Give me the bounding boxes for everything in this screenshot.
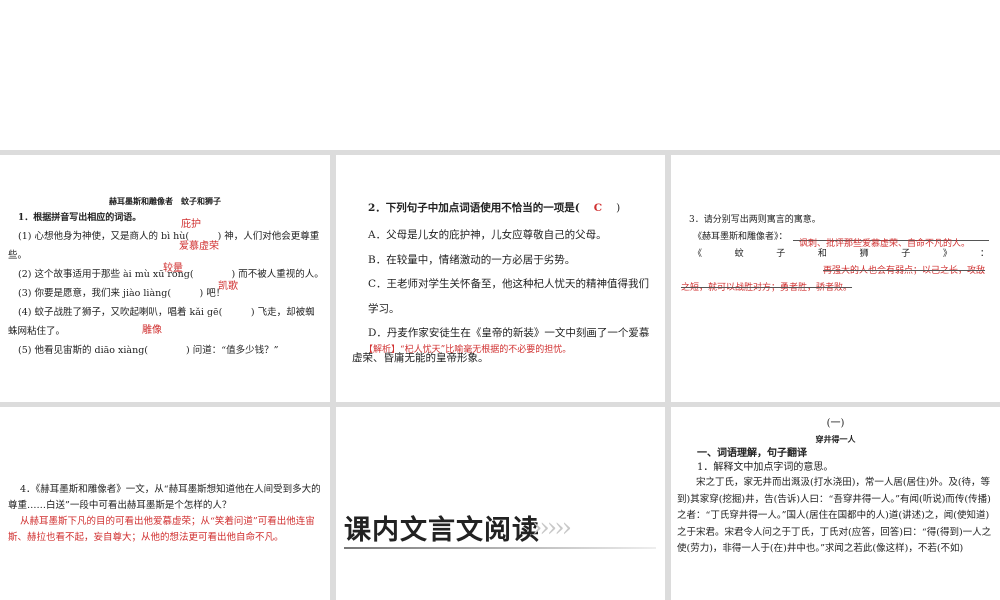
answer-2: 爱慕虚荣 [179,241,219,252]
passage-text: 宋之丁氏，家无井而出溉汲(打水浇田)，常一人居(居住)外。及(待，等到)其家穿(… [677,477,992,554]
line-1: (1) 心想他身为神使，又是商人的 bì hù( ) 神，人们对他会更尊重些。 [8,231,320,261]
question: 1．解释文中加点字词的意思。 [697,462,834,473]
option-c: C．王老师对学生关怀备至，他这种杞人忧天的精神值得我们学习。 [368,278,650,315]
section-heading: 一、词语理解，句子翻译 [697,448,807,459]
answer-1: 庇护 [181,219,201,230]
question: 3．请分别写出两则寓言的寓意。 [689,215,821,225]
section-number: (一) [826,418,845,429]
answer-4: 凯歌 [218,281,238,292]
chevrons-icon: ››››› [532,513,572,543]
answer-2: 再强大的人也会有弱点；以己之长，攻敌之短，就可以战胜对方；勇者胜，骄者败。 [681,266,986,293]
slide-thumbnail-4[interactable]: 4．《赫耳墨斯和雕像者》一文，从“赫耳墨斯想知道他在人间受到多大的尊重……白送”… [0,407,330,600]
line-4: (4) 蚊子战胜了狮子，又吹起喇叭，唱着 kǎi gē( ) 飞走，却被蜘蛛网粘… [8,307,315,337]
slide-title: 赫耳墨斯和雕像者 蚊子和狮子 [109,196,221,206]
slide-thumbnail-2[interactable]: 2．下列句子中加点词语使用不恰当的一项是( C) A．父母是儿女的庇护神，儿女应尊… [336,155,665,402]
question-text: 2．下列句子中加点词语使用不恰当的一项是( [368,202,580,214]
question: 2．下列句子中加点词语使用不恰当的一项是( C) [368,200,620,217]
question: 1．根据拼音写出相应的词语。 [18,213,142,223]
question: 4．《赫耳墨斯和雕像者》一文，从“赫耳墨斯想知道他在人间受到多大的尊重……白送”… [8,484,321,511]
option-a: A．父母是儿女的庇护神，儿女应尊敬自己的父母。 [368,229,607,241]
slide-thumbnail-1[interactable]: 赫耳墨斯和雕像者 蚊子和狮子 1．根据拼音写出相应的词语。 (1) 心想他身为神… [0,155,330,402]
analysis: 【解析】“杞人忧天”比喻毫无根据的不必要的担忧。 [364,345,572,355]
slide-thumbnail-3[interactable]: 3．请分别写出两则寓言的寓意。 《赫耳墨斯和雕像者》： 讽刺、批评那些爱慕虚荣、… [671,155,1000,402]
answer: 从赫耳墨斯下凡的目的可看出他爱慕虚荣；从“笑着问道”可看出他连宙斯、赫拉也看不起… [8,516,315,543]
slide-thumbnail-5[interactable]: 课内文言文阅读 ››››› [336,407,665,600]
line-5: (5) 他看见宙斯的 diāo xiàng( ) 问道：“值多少钱？” [18,345,279,356]
blank-area [0,0,1000,150]
answer-5: 雕像 [142,325,162,336]
label-1: 《赫耳墨斯和雕像者》： [693,232,788,242]
section-banner: 课内文言文阅读 [344,515,540,546]
question-lines: (1) 心想他身为神使，又是商人的 bì hù( ) 神，人们对他会更尊重些。 … [8,227,324,360]
banner-underline [344,547,656,549]
passage-title: 穿井得一人 [815,434,856,444]
close-paren: ) [616,202,621,214]
answer-3: 较量 [163,263,183,274]
label-2: 《 蚊 子 和 狮 子 》 ： [693,249,989,259]
answer: C [593,202,603,214]
line-3: (3) 你要是愿意，我们来 jiào liàng( ) 吧！ [18,288,226,299]
slide-thumbnail-6[interactable]: (一) 穿井得一人 一、词语理解，句子翻译 1．解释文中加点字词的意思。 宋之丁… [671,407,1000,600]
option-b: B．在较量中，情绪激动的一方必居于劣势。 [368,253,576,266]
